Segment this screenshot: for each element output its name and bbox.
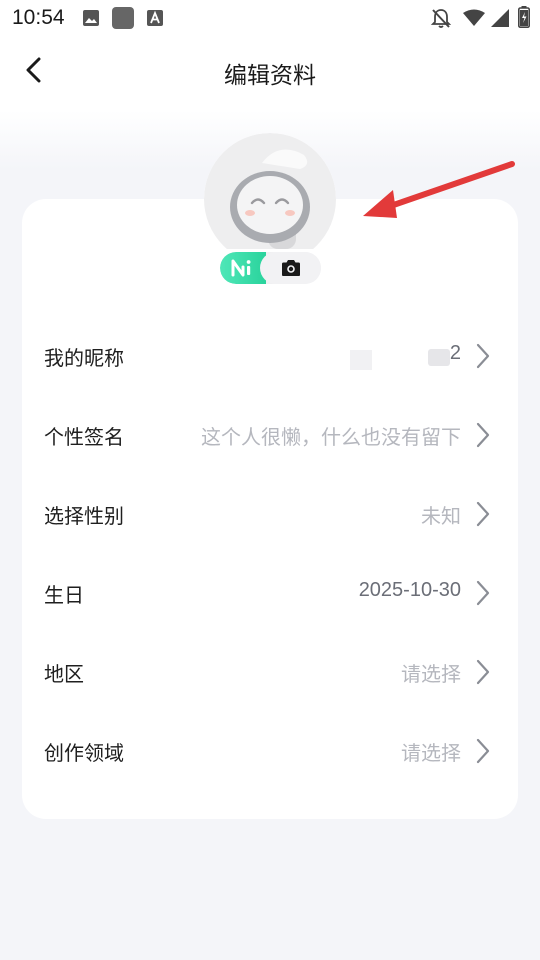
text-a-icon <box>146 9 164 31</box>
bell-off-icon <box>430 7 452 33</box>
chevron-right-icon <box>476 501 490 527</box>
row-value: 2 <box>449 342 461 364</box>
row-birthday[interactable]: 生日 2025-10-30 <box>22 555 518 634</box>
row-nickname[interactable]: 我的昵称 2 <box>22 318 518 397</box>
chevron-right-icon <box>476 580 490 606</box>
row-value: 请选择 <box>401 662 461 686</box>
camera-button[interactable] <box>260 252 321 284</box>
status-bar: 10:54 <box>0 0 540 36</box>
row-label: 选择性别 <box>44 504 124 528</box>
row-label: 我的昵称 <box>44 346 124 370</box>
row-gender[interactable]: 选择性别 未知 <box>22 476 518 555</box>
row-value: 未知 <box>421 504 461 528</box>
wifi-icon <box>462 9 486 31</box>
row-value: 请选择 <box>401 741 461 765</box>
robot-avatar-icon <box>230 149 310 249</box>
signal-icon <box>490 8 510 32</box>
row-label: 个性签名 <box>44 425 124 449</box>
chevron-right-icon <box>476 659 490 685</box>
page-title: 编辑资料 <box>224 63 316 89</box>
profile-fields: 我的昵称 2 个性签名 这个人很懒，什么也没有留下 选择性别 未知 生日 202… <box>22 318 518 792</box>
row-value: 2025-10-30 <box>358 579 461 601</box>
image-icon <box>82 9 100 31</box>
ai-icon <box>231 259 251 277</box>
camera-icon <box>281 260 300 276</box>
chevron-right-icon <box>476 738 490 764</box>
chevron-right-icon <box>476 343 490 369</box>
annotation-arrow <box>363 161 515 218</box>
avatar[interactable] <box>204 133 336 249</box>
row-label: 创作领域 <box>44 741 124 765</box>
row-creative-field[interactable]: 创作领域 请选择 <box>22 713 518 792</box>
row-signature[interactable]: 个性签名 这个人很懒，什么也没有留下 <box>22 397 518 476</box>
header: 编辑资料 <box>0 36 540 106</box>
battery-charging-icon <box>518 6 530 32</box>
row-label: 地区 <box>44 662 84 686</box>
avatar-mode-toggle[interactable] <box>220 252 321 284</box>
row-label: 生日 <box>44 583 84 607</box>
row-region[interactable]: 地区 请选择 <box>22 634 518 713</box>
status-time: 10:54 <box>12 6 65 29</box>
row-value: 这个人很懒，什么也没有留下 <box>201 425 461 449</box>
chevron-right-icon <box>476 422 490 448</box>
app-square-icon <box>112 7 134 33</box>
